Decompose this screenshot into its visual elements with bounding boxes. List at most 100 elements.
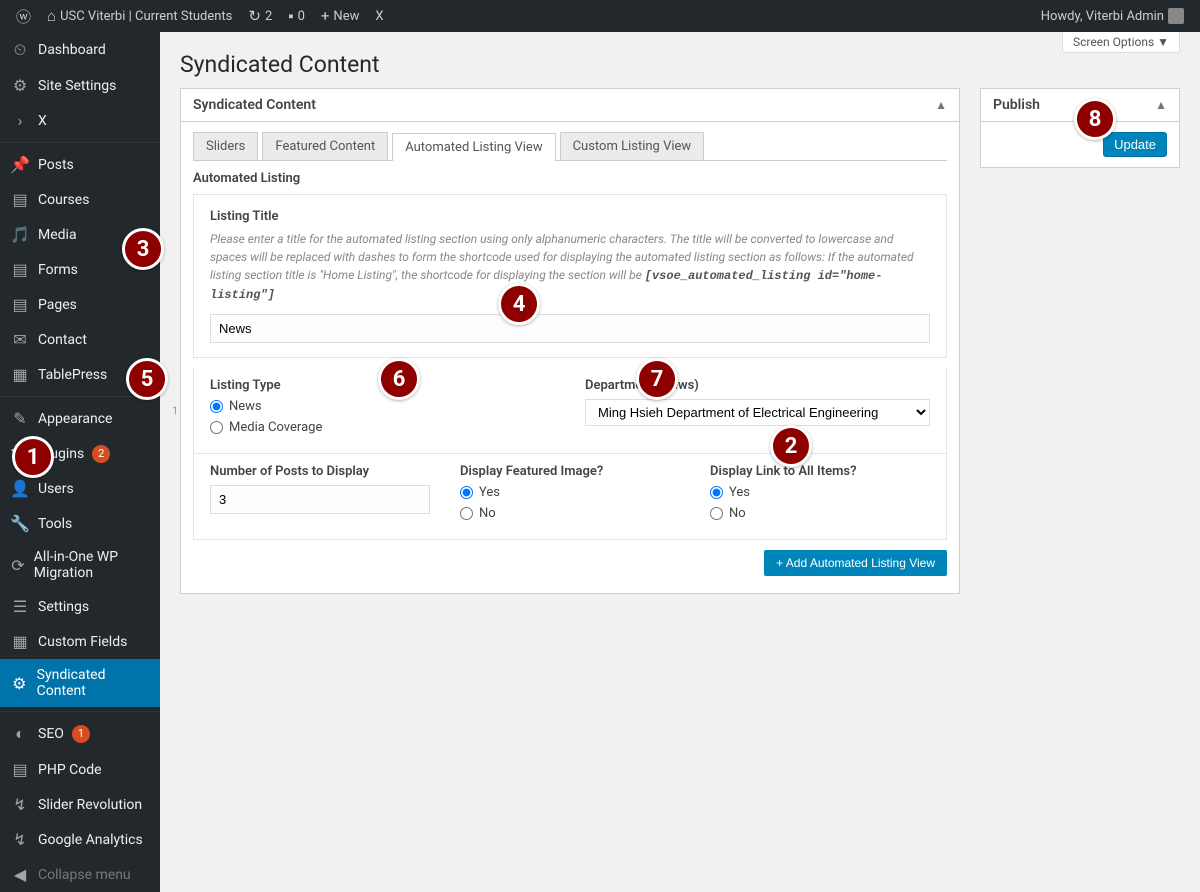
comment-icon: ▪ xyxy=(288,7,293,25)
sidebar-item-all-in-one-wp-migration[interactable]: ⟳ All-in-One WP Migration xyxy=(0,541,160,589)
radio-option-media-coverage[interactable]: Media Coverage xyxy=(210,420,555,435)
tab-custom-listing-view[interactable]: Custom Listing View xyxy=(560,132,705,160)
radio-option-news[interactable]: News xyxy=(210,399,555,414)
sidebar-item-settings[interactable]: ☰Settings xyxy=(0,589,160,624)
sidebar-item-posts[interactable]: 📌Posts xyxy=(0,147,160,182)
listing-title-input[interactable] xyxy=(210,314,930,343)
radio-label: Yes xyxy=(479,485,500,500)
tab-automated-listing-view[interactable]: Automated Listing View xyxy=(392,133,555,161)
main-content: Screen Options ▼ Syndicated Content Synd… xyxy=(160,32,1200,892)
site-name-link[interactable]: ⌂ USC Viterbi | Current Students xyxy=(39,0,240,32)
sidebar-item-label: Slider Revolution xyxy=(38,797,142,813)
updates-link[interactable]: ↻2 xyxy=(240,0,280,32)
radio-input[interactable] xyxy=(210,421,223,434)
wordpress-icon: ⓦ xyxy=(16,6,31,27)
sidebar-item-tools[interactable]: 🔧Tools xyxy=(0,506,160,541)
add-automated-listing-button[interactable]: + Add Automated Listing View xyxy=(764,550,947,576)
sidebar-item-google-analytics[interactable]: ↯Google Analytics xyxy=(0,822,160,857)
mail-icon: ✉ xyxy=(10,330,30,349)
sliders-icon: ☰ xyxy=(10,597,30,616)
callout-4: 4 xyxy=(498,283,540,325)
callout-5: 5 xyxy=(126,358,168,400)
sidebar-item-label: Custom Fields xyxy=(38,634,127,650)
radio-input[interactable] xyxy=(210,400,223,413)
callout-2: 2 xyxy=(770,425,812,467)
sidebar-item-pages[interactable]: ▤Pages xyxy=(0,287,160,322)
site-name: USC Viterbi | Current Students xyxy=(60,9,232,24)
sidebar-item-label: TablePress xyxy=(38,367,107,383)
row-number: 1 xyxy=(172,404,178,417)
x-theme-link[interactable]: X xyxy=(367,0,391,32)
tab-featured-content[interactable]: Featured Content xyxy=(262,132,388,160)
num-posts-input[interactable] xyxy=(210,485,430,514)
comments-count: 0 xyxy=(298,9,305,24)
sidebar-item-contact[interactable]: ✉ Contact xyxy=(0,322,160,357)
tabs-nav: SlidersFeatured ContentAutomated Listing… xyxy=(193,132,947,161)
metabox-title: Syndicated Content xyxy=(193,97,316,113)
callout-7: 7 xyxy=(636,358,678,400)
syndicated-content-metabox: Syndicated Content ▲ SlidersFeatured Con… xyxy=(180,88,960,594)
pin-icon: 📌 xyxy=(10,155,30,174)
home-icon: ⌂ xyxy=(47,7,56,25)
sidebar-item-php-code[interactable]: ▤PHP Code xyxy=(0,752,160,787)
sidebar-item-slider-revolution[interactable]: ↯Slider Revolution xyxy=(0,787,160,822)
radio-input[interactable] xyxy=(710,507,723,520)
featured-image-label: Display Featured Image? xyxy=(460,464,680,479)
howdy-text: Howdy, Viterbi Admin xyxy=(1041,9,1164,24)
sidebar-item-courses[interactable]: ▤Courses xyxy=(0,182,160,217)
sidebar-item-x[interactable]: ›X xyxy=(0,103,160,138)
radio-input[interactable] xyxy=(460,486,473,499)
section-label: Automated Listing xyxy=(193,171,947,186)
radio-option-yes[interactable]: Yes xyxy=(460,485,680,500)
update-button[interactable]: Update xyxy=(1103,132,1167,157)
sidebar-item-label: All-in-One WP Migration xyxy=(34,549,150,581)
sidebar-item-label: Users xyxy=(38,481,74,497)
sidebar-item-label: PHP Code xyxy=(38,762,102,778)
radio-option-no[interactable]: No xyxy=(710,506,930,521)
callout-6: 6 xyxy=(378,358,420,400)
metabox-toggle-icon[interactable]: ▲ xyxy=(935,98,947,112)
sidebar-item-label: Contact xyxy=(38,332,87,348)
screen-options-toggle[interactable]: Screen Options ▼ xyxy=(1062,32,1180,53)
page-title: Syndicated Content xyxy=(180,42,1180,88)
user-icon: 👤 xyxy=(10,479,30,498)
department-select[interactable]: Ming Hsieh Department of Electrical Engi… xyxy=(585,399,930,426)
comments-link[interactable]: ▪0 xyxy=(280,0,313,32)
migrate-icon: ⟳ xyxy=(10,556,26,575)
radio-input[interactable] xyxy=(710,486,723,499)
sidebar-item-label: Syndicated Content xyxy=(37,667,150,699)
analytics-icon: ↯ xyxy=(10,830,30,849)
sidebar-item-label: Media xyxy=(38,227,77,243)
radio-option-no[interactable]: No xyxy=(460,506,680,521)
tab-sliders[interactable]: Sliders xyxy=(193,132,258,160)
sidebar-item-appearance[interactable]: ✎Appearance xyxy=(0,401,160,436)
radio-input[interactable] xyxy=(460,507,473,520)
new-content-link[interactable]: +New xyxy=(313,0,367,32)
radio-label: No xyxy=(729,506,746,521)
sidebar-item-collapse-menu[interactable]: ◀Collapse menu xyxy=(0,857,160,892)
publish-toggle-icon[interactable]: ▲ xyxy=(1155,98,1167,112)
camera-icon: 🎵 xyxy=(10,225,30,244)
radio-label: News xyxy=(229,399,262,414)
sidebar-item-site-settings[interactable]: ⚙Site Settings xyxy=(0,68,160,103)
avatar xyxy=(1168,8,1184,24)
link-all-label: Display Link to All Items? xyxy=(710,464,930,479)
updates-count: 2 xyxy=(265,9,272,24)
sidebar-item-dashboard[interactable]: ⏲Dashboard xyxy=(0,32,160,68)
wp-logo[interactable]: ⓦ xyxy=(8,0,39,32)
user-menu[interactable]: Howdy, Viterbi Admin xyxy=(1033,0,1192,32)
sidebar-item-seo[interactable]: ◐SEO1 xyxy=(0,716,160,752)
collapse-icon: ◀ xyxy=(10,865,30,884)
sidebar-item-label: Pages xyxy=(38,297,77,313)
gear-icon: ⚙ xyxy=(10,76,30,95)
badge: 1 xyxy=(72,725,90,743)
new-label: New xyxy=(333,9,359,24)
sidebar-item-custom-fields[interactable]: ▦Custom Fields xyxy=(0,624,160,659)
sidebar-item-label: Appearance xyxy=(38,411,112,427)
gear-icon: ⚙ xyxy=(10,674,29,693)
radio-label: No xyxy=(479,506,496,521)
radio-option-yes[interactable]: Yes xyxy=(710,485,930,500)
sidebar-item-label: SEO xyxy=(38,726,64,742)
x-label: X xyxy=(375,9,383,24)
sidebar-item-syndicated-content[interactable]: ⚙ Syndicated Content xyxy=(0,659,160,707)
